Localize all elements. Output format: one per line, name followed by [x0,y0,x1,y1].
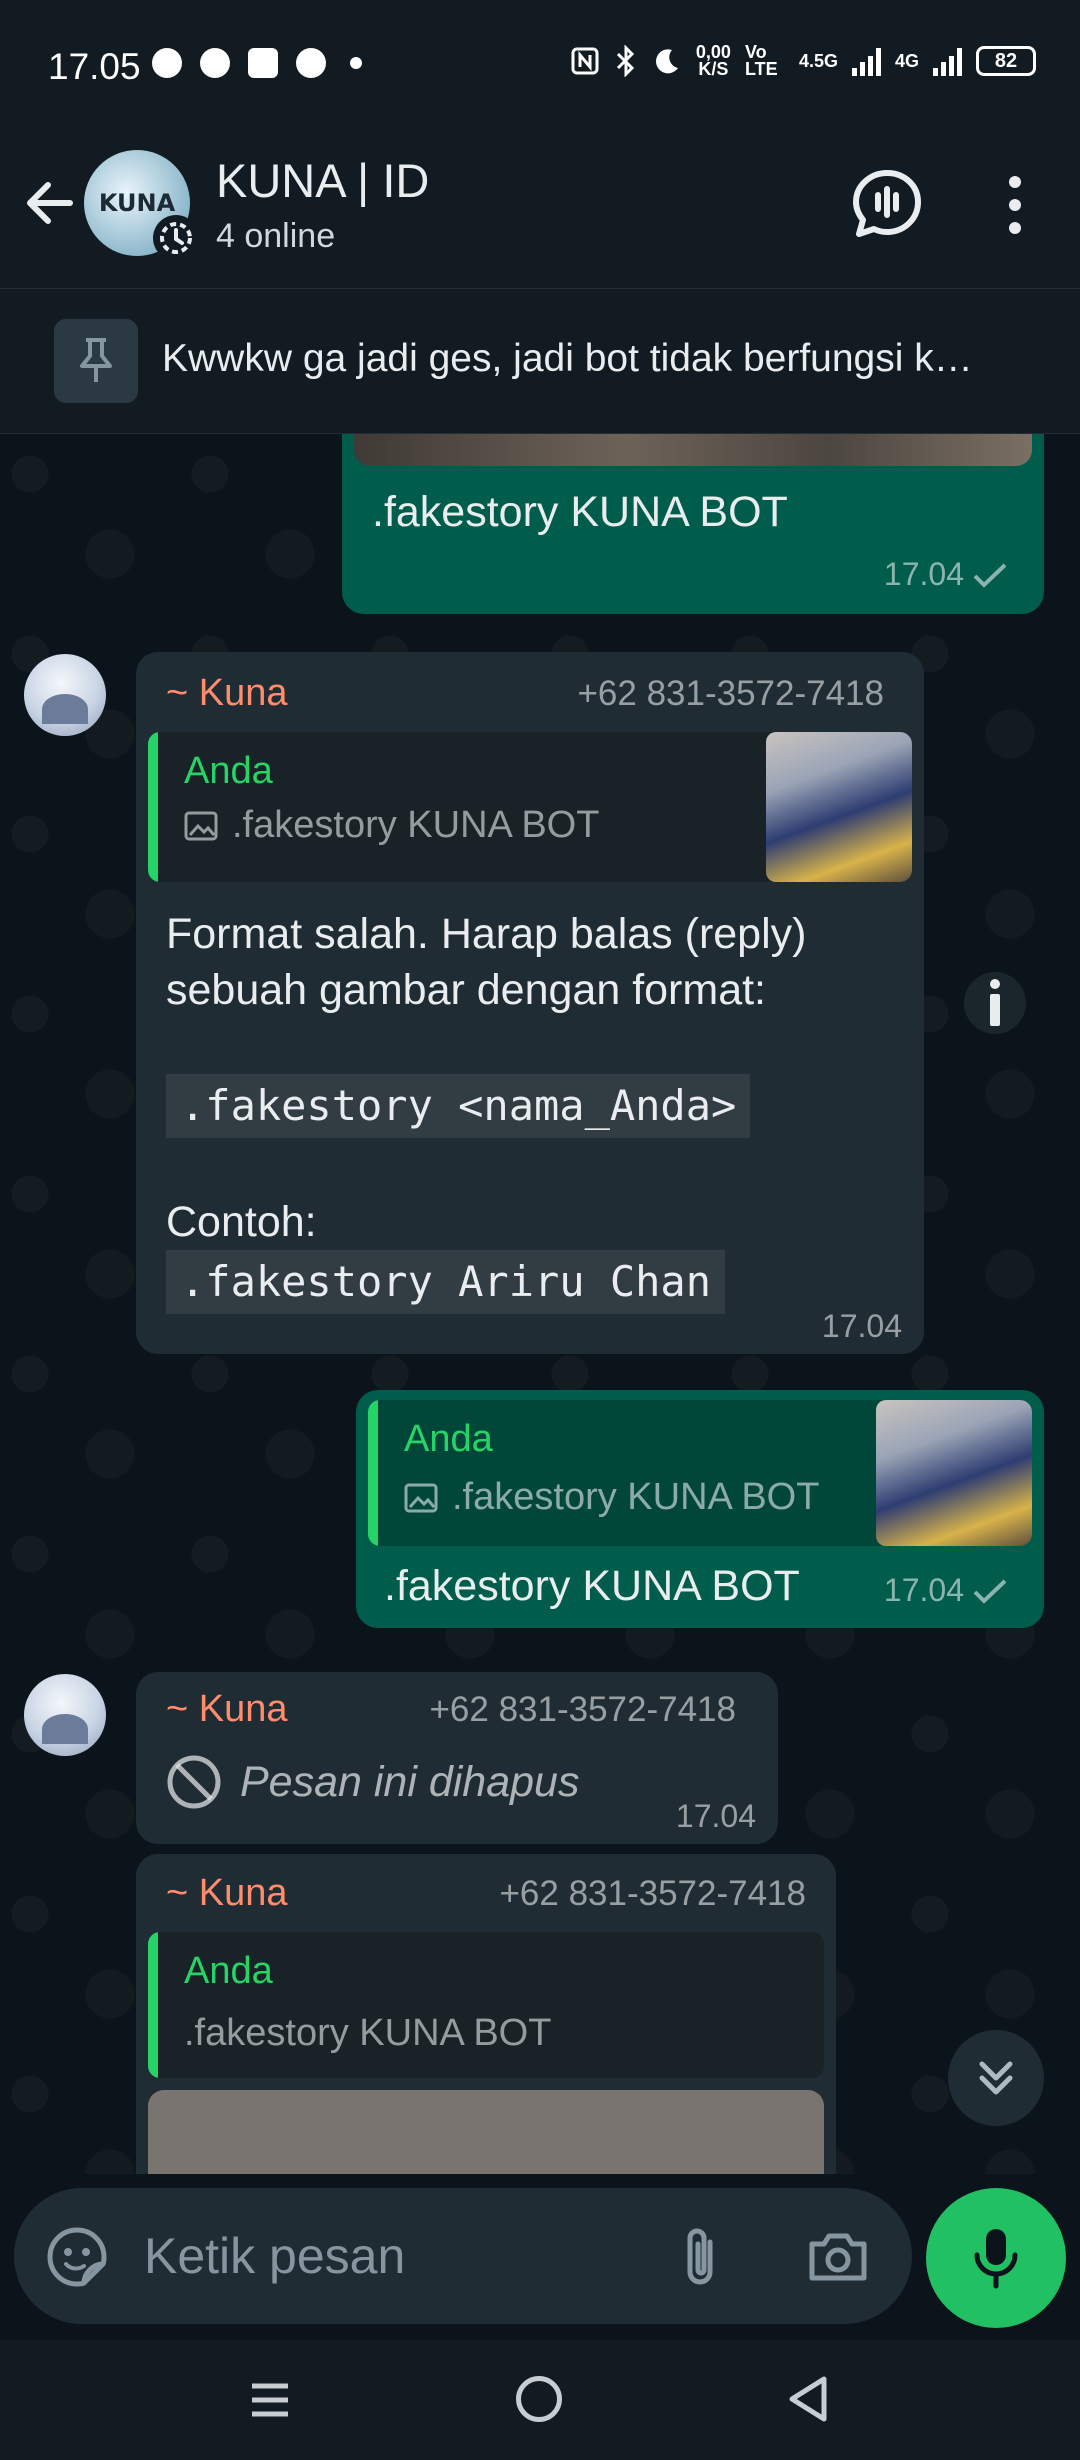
moon-icon [655,49,678,74]
pin-icon [54,319,138,403]
quoted-sender: Anda [184,1950,273,1992]
mic-icon [974,2229,1018,2289]
signal-icon [933,46,962,76]
sent-check-icon [973,563,1007,588]
sender-phone: +62 831-3572-7418 [577,674,884,713]
quoted-message[interactable]: Anda .fakestory KUNA BOT [148,1932,824,2078]
quoted-image-thumbnail [766,732,912,882]
deleted-text: Pesan ini dihapus [240,1757,580,1806]
message-input-box [14,2188,912,2324]
deleted-message: Pesan ini dihapus [166,1754,579,1810]
home-icon[interactable] [516,2376,562,2422]
sent-check-icon [973,1579,1007,1604]
message-input[interactable] [144,2224,624,2288]
status-time: 17.05 [48,46,141,87]
sender-phone: +62 831-3572-7418 [499,1874,806,1913]
more-notifications-icon [350,57,362,69]
status-bar: 17.05 0,00 K/S Vo LTE 4.5G 4G 82 [0,0,1080,135]
info-button[interactable] [964,972,1026,1034]
message-time: 17.04 [883,1572,964,1608]
code-block: .fakestory Ariru Chan [166,1250,726,1314]
volte-label: Vo LTE [744,42,778,79]
camera-icon[interactable] [806,2226,870,2286]
composer [0,2174,1080,2340]
sender-name[interactable]: ~ Kuna [166,1872,288,1915]
message-bubble[interactable]: Anda .fakestory KUNA BOT .fakestory KUNA… [356,1390,1044,1628]
sticker-icon[interactable] [46,2226,108,2288]
quoted-sender: Anda [184,750,273,792]
image-icon [404,1483,438,1512]
message-time: 17.04 [821,1308,902,1344]
message-text: .fakestory KUNA BOT [372,488,788,536]
blocked-icon [167,1755,221,1809]
online-status: 4 online [216,217,336,255]
image-preview[interactable] [148,2090,824,2174]
sender-avatar[interactable] [24,654,106,736]
pinned-message-bar[interactable]: Kwwkw ga jadi ges, jadi bot tidak berfun… [0,288,1080,434]
net-speed: 0,00 K/S [695,42,731,79]
community-badge-icon [153,215,199,261]
message-list[interactable]: .fakestory KUNA BOT 17.04 ~ Kuna +62 831… [0,434,1080,2174]
message-text: Format salah. Harap balas (reply) sebuah… [166,906,906,1314]
message-bubble[interactable]: ~ Kuna +62 831-3572-7418 Anda .fakestory… [136,652,924,1354]
double-chevron-down-icon [979,2061,1013,2095]
quoted-text-row: .fakestory KUNA BOT [184,804,599,847]
message-time: 17.04 [675,1798,756,1834]
network-label: 4G [894,50,919,71]
sender-name[interactable]: ~ Kuna [166,672,288,715]
chat-title[interactable]: KUNA | ID [216,153,429,208]
nfc-icon [571,47,599,75]
notification-icon [296,48,326,78]
message-bubble[interactable]: .fakestory KUNA BOT 17.04 [342,434,1044,614]
code-block: .fakestory <nama_Anda> [166,1074,751,1138]
notification-icon [248,48,278,78]
chat-header: KUNA KUNA | ID 4 online [0,135,1080,288]
system-icons: 0,00 K/S Vo LTE 4.5G 4G 82 [570,42,1036,79]
quoted-text-row: .fakestory KUNA BOT [184,2012,551,2055]
network-label: 4.5G [798,50,838,71]
image-icon [184,811,218,840]
system-navigation-bar [0,2340,1080,2460]
more-vertical-icon[interactable] [995,170,1035,240]
message-bubble[interactable]: ~ Kuna +62 831-3572-7418 Anda .fakestory… [136,1854,836,2174]
quoted-text-row: .fakestory KUNA BOT [404,1476,819,1519]
quoted-text: .fakestory KUNA BOT [184,2012,552,2054]
sender-phone: +62 831-3572-7418 [429,1690,736,1729]
signal-icon [851,46,881,76]
recent-apps-icon[interactable] [248,2378,292,2422]
bluetooth-icon [616,45,635,77]
battery-icon: 82 [976,46,1036,76]
notification-icon [200,48,230,78]
message-time: 17.04 [883,556,964,592]
quoted-text: .fakestory KUNA BOT [452,1476,820,1518]
quoted-sender: Anda [404,1418,493,1460]
message-text: .fakestory KUNA BOT [384,1562,800,1610]
notification-icon [152,48,182,78]
scroll-to-bottom-button[interactable] [948,2030,1044,2126]
image-preview[interactable] [354,434,1032,466]
back-triangle-icon[interactable] [786,2374,830,2424]
quoted-text: .fakestory KUNA BOT [232,804,600,846]
arrow-left-icon[interactable] [22,175,78,231]
quoted-image-thumbnail [876,1400,1032,1546]
quoted-message[interactable]: Anda .fakestory KUNA BOT [368,1400,1032,1546]
voice-record-button[interactable] [926,2188,1066,2328]
paperclip-icon[interactable] [670,2224,730,2288]
notification-icons [152,48,362,78]
pinned-message-text: Kwwkw ga jadi ges, jadi bot tidak berfun… [162,337,973,380]
quoted-message[interactable]: Anda .fakestory KUNA BOT [148,732,912,882]
message-bubble[interactable]: ~ Kuna +62 831-3572-7418 Pesan ini dihap… [136,1672,778,1844]
info-icon [990,979,1000,1026]
sender-avatar[interactable] [24,1674,106,1756]
voice-chat-icon[interactable] [850,167,924,241]
message-meta: 17.04 [884,1572,1008,1609]
message-meta: 17.04 [884,556,1008,593]
sender-name[interactable]: ~ Kuna [166,1688,288,1731]
